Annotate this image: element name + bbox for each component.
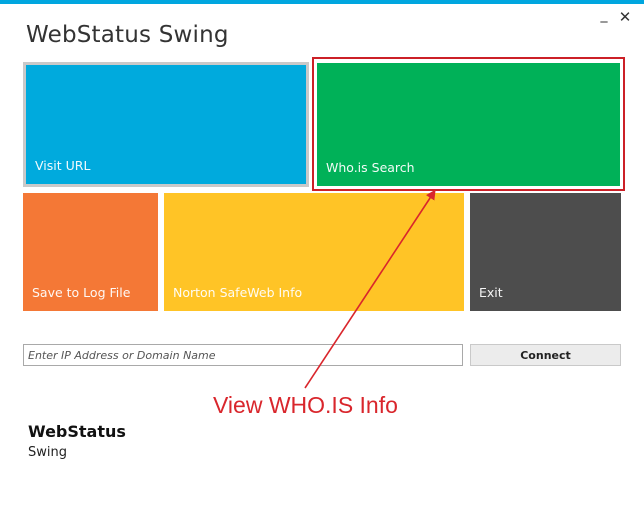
app-window: WebStatus Swing _ ✕ Visit URL Who.is Sea… (0, 0, 644, 510)
footer-app-name: WebStatus (28, 422, 126, 441)
minimize-button[interactable]: _ (597, 8, 611, 22)
whois-search-tile[interactable]: Who.is Search (317, 63, 620, 186)
save-log-label: Save to Log File (32, 285, 131, 300)
close-icon[interactable]: ✕ (618, 10, 632, 25)
footer-app-subtitle: Swing (28, 445, 67, 460)
norton-safeweb-label: Norton SafeWeb Info (173, 285, 303, 300)
address-input[interactable] (23, 344, 463, 366)
annotation-label: View WHO.IS Info (213, 392, 398, 418)
exit-label: Exit (479, 285, 503, 300)
exit-tile[interactable]: Exit (470, 193, 621, 311)
window-accent-bar (0, 0, 644, 4)
visit-url-label: Visit URL (35, 158, 91, 173)
norton-safeweb-tile[interactable]: Norton SafeWeb Info (164, 193, 464, 311)
window-title: WebStatus Swing (26, 22, 229, 48)
save-log-tile[interactable]: Save to Log File (23, 193, 158, 311)
visit-url-tile[interactable]: Visit URL (23, 62, 309, 187)
connect-button[interactable]: Connect (470, 344, 621, 366)
whois-search-label: Who.is Search (326, 160, 415, 175)
